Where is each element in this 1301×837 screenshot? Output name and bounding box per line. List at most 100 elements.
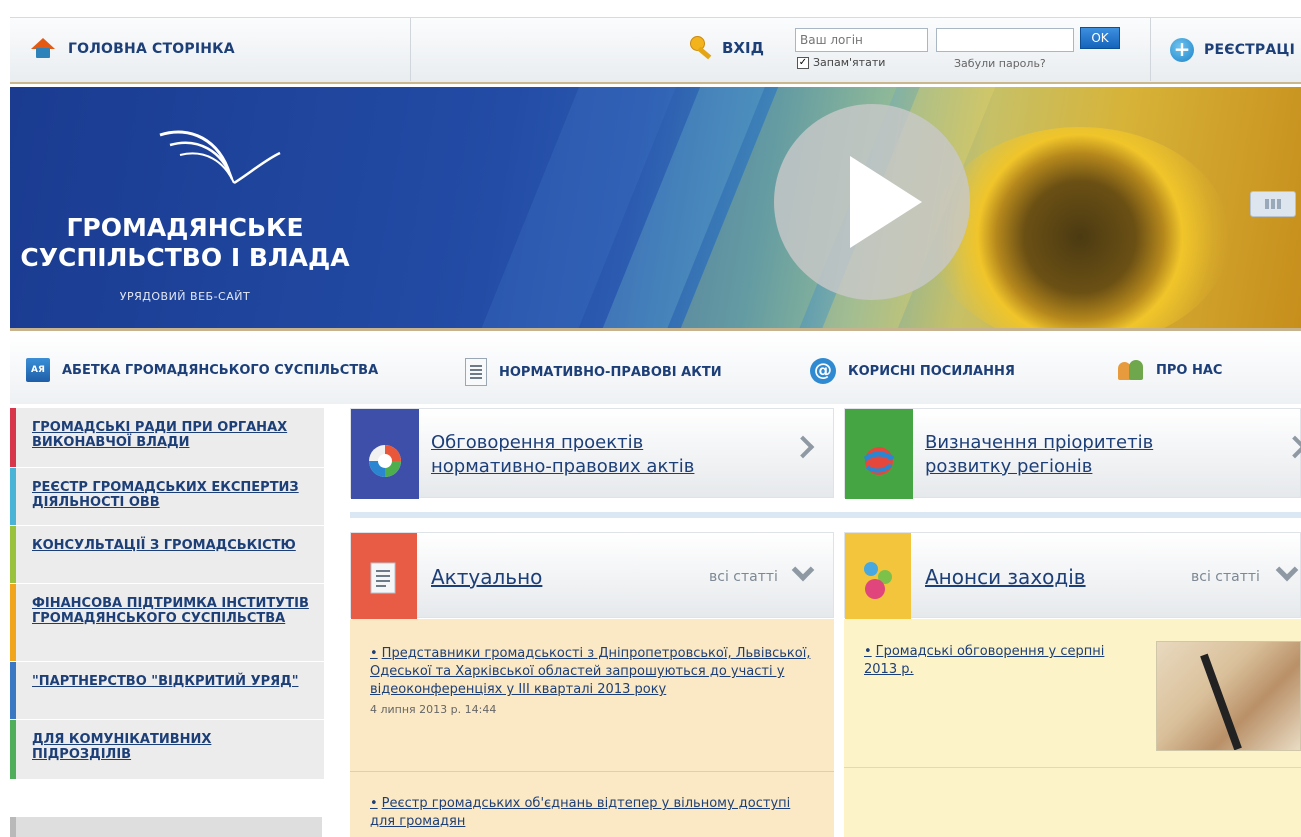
video-play-button[interactable]	[774, 104, 970, 300]
grid-view-icon[interactable]	[1250, 191, 1296, 217]
tile-color-block	[845, 409, 913, 499]
divider	[844, 767, 1301, 768]
tile-title[interactable]: Визначення пріоритетів розвитку регіонів	[925, 431, 1153, 479]
section-title-actual[interactable]: Актуально	[431, 565, 542, 589]
news-title-link[interactable]: • Реєстр громадських об'єднань відтепер у…	[370, 795, 814, 831]
sidebar-item-label[interactable]: ФІНАНСОВА ПІДТРИМКА ІНСТИТУТІВ ГРОМАДЯНС…	[32, 596, 314, 626]
people-icon	[1118, 358, 1144, 382]
tile-title-line1: Обговорення проектів	[431, 432, 644, 453]
divider	[410, 18, 411, 81]
sidebar-item-consultations[interactable]: КОНСУЛЬТАЦІЇ З ГРОМАДСЬКІСТЮ	[10, 526, 324, 584]
news-list-actual: • Представники громадськості з Дніпропетр…	[350, 619, 834, 837]
divider	[350, 771, 834, 772]
bubbles-icon	[864, 562, 892, 599]
sidebar-item-label[interactable]: КОНСУЛЬТАЦІЇ З ГРОМАДСЬКІСТЮ	[32, 538, 314, 553]
nav-item-about[interactable]: ПРО НАС	[1118, 358, 1222, 382]
priorities-globe-icon	[863, 447, 895, 475]
promo-tile-discussion[interactable]: Обговорення проектів нормативно-правових…	[350, 408, 834, 499]
color-bar	[10, 408, 16, 467]
sidebar-item-councils[interactable]: ГРОМАДСЬКІ РАДИ ПРИ ОРГАНАХ ВИКОНАВЧОЇ В…	[10, 408, 324, 468]
key-icon	[690, 36, 714, 60]
news-title: Реєстр громадських об'єднань відтепер у …	[370, 796, 791, 829]
chevron-right-icon[interactable]	[1283, 435, 1301, 459]
event-title-link[interactable]: • Громадські обговорення у серпні 2013 р.	[864, 643, 1121, 679]
nav-label: НОРМАТИВНО-ПРАВОВІ АКТИ	[499, 364, 722, 380]
news-title: Представники громадськості з Дніпропетро…	[370, 646, 811, 697]
top-bar: ГОЛОВНА СТОРІНКА ВХІД OK ✓ Запам'ятати З…	[10, 17, 1301, 84]
color-bar	[10, 662, 16, 719]
sidebar-item-registry[interactable]: РЕЄСТР ГРОМАДСЬКИХ ЕКСПЕРТИЗ ДІЯЛЬНОСТІ …	[10, 468, 324, 526]
remember-checkbox[interactable]: ✓ Запам'ятати	[797, 56, 885, 69]
home-link[interactable]: ГОЛОВНА СТОРІНКА	[30, 38, 235, 60]
chevron-right-icon[interactable]	[791, 435, 815, 459]
site-title-line1: ГРОМАДЯНСЬКЕ	[66, 213, 304, 242]
tile-title[interactable]: Обговорення проектів нормативно-правових…	[431, 431, 694, 479]
divider	[1150, 18, 1151, 81]
nav-item-abc[interactable]: АЯ АБЕТКА ГРОМАДЯНСЬКОГО СУСПІЛЬСТВА	[26, 358, 378, 382]
document-icon	[465, 358, 487, 386]
sidebar-item-label[interactable]: "ПАРТНЕРСТВО "ВІДКРИТИЙ УРЯД"	[32, 674, 314, 689]
nav-label: ПРО НАС	[1156, 362, 1223, 378]
news-item[interactable]: • Представники громадськості з Дніпропетр…	[350, 645, 834, 716]
nav-item-legal-acts[interactable]: НОРМАТИВНО-ПРАВОВІ АКТИ	[465, 358, 722, 386]
nav-item-links[interactable]: @ КОРИСНІ ПОСИЛАННЯ	[810, 358, 1015, 384]
section-header-actual: Актуально всі статті	[350, 532, 834, 619]
login-area: ВХІД	[690, 36, 764, 60]
at-icon: @	[810, 358, 836, 384]
main-nav: АЯ АБЕТКА ГРОМАДЯНСЬКОГО СУСПІЛЬСТВА НОР…	[10, 334, 1301, 404]
section-color-block	[351, 533, 417, 619]
sidebar-item-open-government[interactable]: "ПАРТНЕРСТВО "ВІДКРИТИЙ УРЯД"	[10, 662, 324, 720]
logo-swoosh-icon	[159, 130, 281, 185]
news-item[interactable]: • Реєстр громадських об'єднань відтепер у…	[350, 795, 834, 831]
bullet-icon: •	[370, 646, 378, 661]
section-header-events: Анонси заходів всі статті	[844, 532, 1301, 619]
tile-title-line2: нормативно-правових актів	[431, 456, 695, 477]
sidebar-item-communications[interactable]: ДЛЯ КОМУНІКАТИВНИХ ПІДРОЗДІЛІВ	[10, 720, 324, 780]
news-title-link[interactable]: • Представники громадськості з Дніпропетр…	[370, 645, 814, 699]
document-icon	[370, 562, 396, 594]
sunflower-image	[930, 127, 1230, 328]
home-icon	[30, 38, 56, 60]
divider	[350, 512, 1301, 518]
sidebar-item-label[interactable]: РЕЄСТР ГРОМАДСЬКИХ ЕКСПЕРТИЗ ДІЯЛЬНОСТІ …	[32, 480, 314, 510]
tile-title-line1: Визначення пріоритетів	[925, 432, 1154, 453]
sidebar-item-label[interactable]: ГРОМАДСЬКІ РАДИ ПРИ ОРГАНАХ ВИКОНАВЧОЇ В…	[32, 420, 314, 450]
all-articles-link[interactable]: всі статті	[709, 569, 778, 585]
color-bar	[10, 468, 16, 525]
event-item[interactable]: • Громадські обговорення у серпні 2013 р.	[844, 643, 1141, 679]
nav-label: КОРИСНІ ПОСИЛАННЯ	[848, 363, 1015, 379]
event-title: Громадські обговорення у серпні 2013 р.	[864, 644, 1105, 677]
tile-title-line2: розвитку регіонів	[925, 456, 1093, 477]
register-link[interactable]: + РЕЄСТРАЦІ	[1170, 38, 1295, 62]
forgot-password-link[interactable]: Забули пароль?	[954, 57, 1046, 70]
section-title-events[interactable]: Анонси заходів	[925, 565, 1086, 589]
bullet-icon: •	[864, 644, 872, 659]
remember-label: Запам'ятати	[813, 56, 886, 69]
color-bar	[10, 720, 16, 779]
pen-image	[1200, 653, 1242, 750]
home-label: ГОЛОВНА СТОРІНКА	[68, 41, 235, 57]
sidebar-item-label[interactable]: ДЛЯ КОМУНІКАТИВНИХ ПІДРОЗДІЛІВ	[32, 732, 314, 762]
login-label: ВХІД	[722, 39, 764, 57]
all-articles-link[interactable]: всі статті	[1191, 569, 1260, 585]
abc-book-icon: АЯ	[26, 358, 50, 382]
plus-icon: +	[1170, 38, 1194, 62]
sidebar: ГРОМАДСЬКІ РАДИ ПРИ ОРГАНАХ ВИКОНАВЧОЇ В…	[10, 408, 324, 780]
checkbox-checked-icon[interactable]: ✓	[797, 56, 809, 69]
site-subtitle: УРЯДОВИЙ ВЕБ-САЙТ	[119, 290, 251, 303]
section-color-block	[845, 533, 911, 619]
chevron-down-icon[interactable]	[791, 558, 815, 582]
event-photo-hand-writing[interactable]	[1156, 641, 1301, 751]
login-input[interactable]	[795, 28, 928, 52]
ok-button[interactable]: OK	[1080, 27, 1120, 49]
bullet-icon: •	[370, 796, 378, 811]
password-input[interactable]	[936, 28, 1074, 52]
nav-label: АБЕТКА ГРОМАДЯНСЬКОГО СУСПІЛЬСТВА	[62, 362, 379, 378]
sidebar-item-more[interactable]	[10, 817, 322, 837]
register-label: РЕЄСТРАЦІ	[1204, 42, 1296, 58]
promo-tile-priorities[interactable]: Визначення пріоритетів розвитку регіонів	[844, 408, 1301, 499]
color-bar	[10, 526, 16, 583]
sidebar-item-funding[interactable]: ФІНАНСОВА ПІДТРИМКА ІНСТИТУТІВ ГРОМАДЯНС…	[10, 584, 324, 662]
chevron-down-icon[interactable]	[1275, 558, 1299, 582]
discussion-globe-icon	[369, 445, 401, 477]
